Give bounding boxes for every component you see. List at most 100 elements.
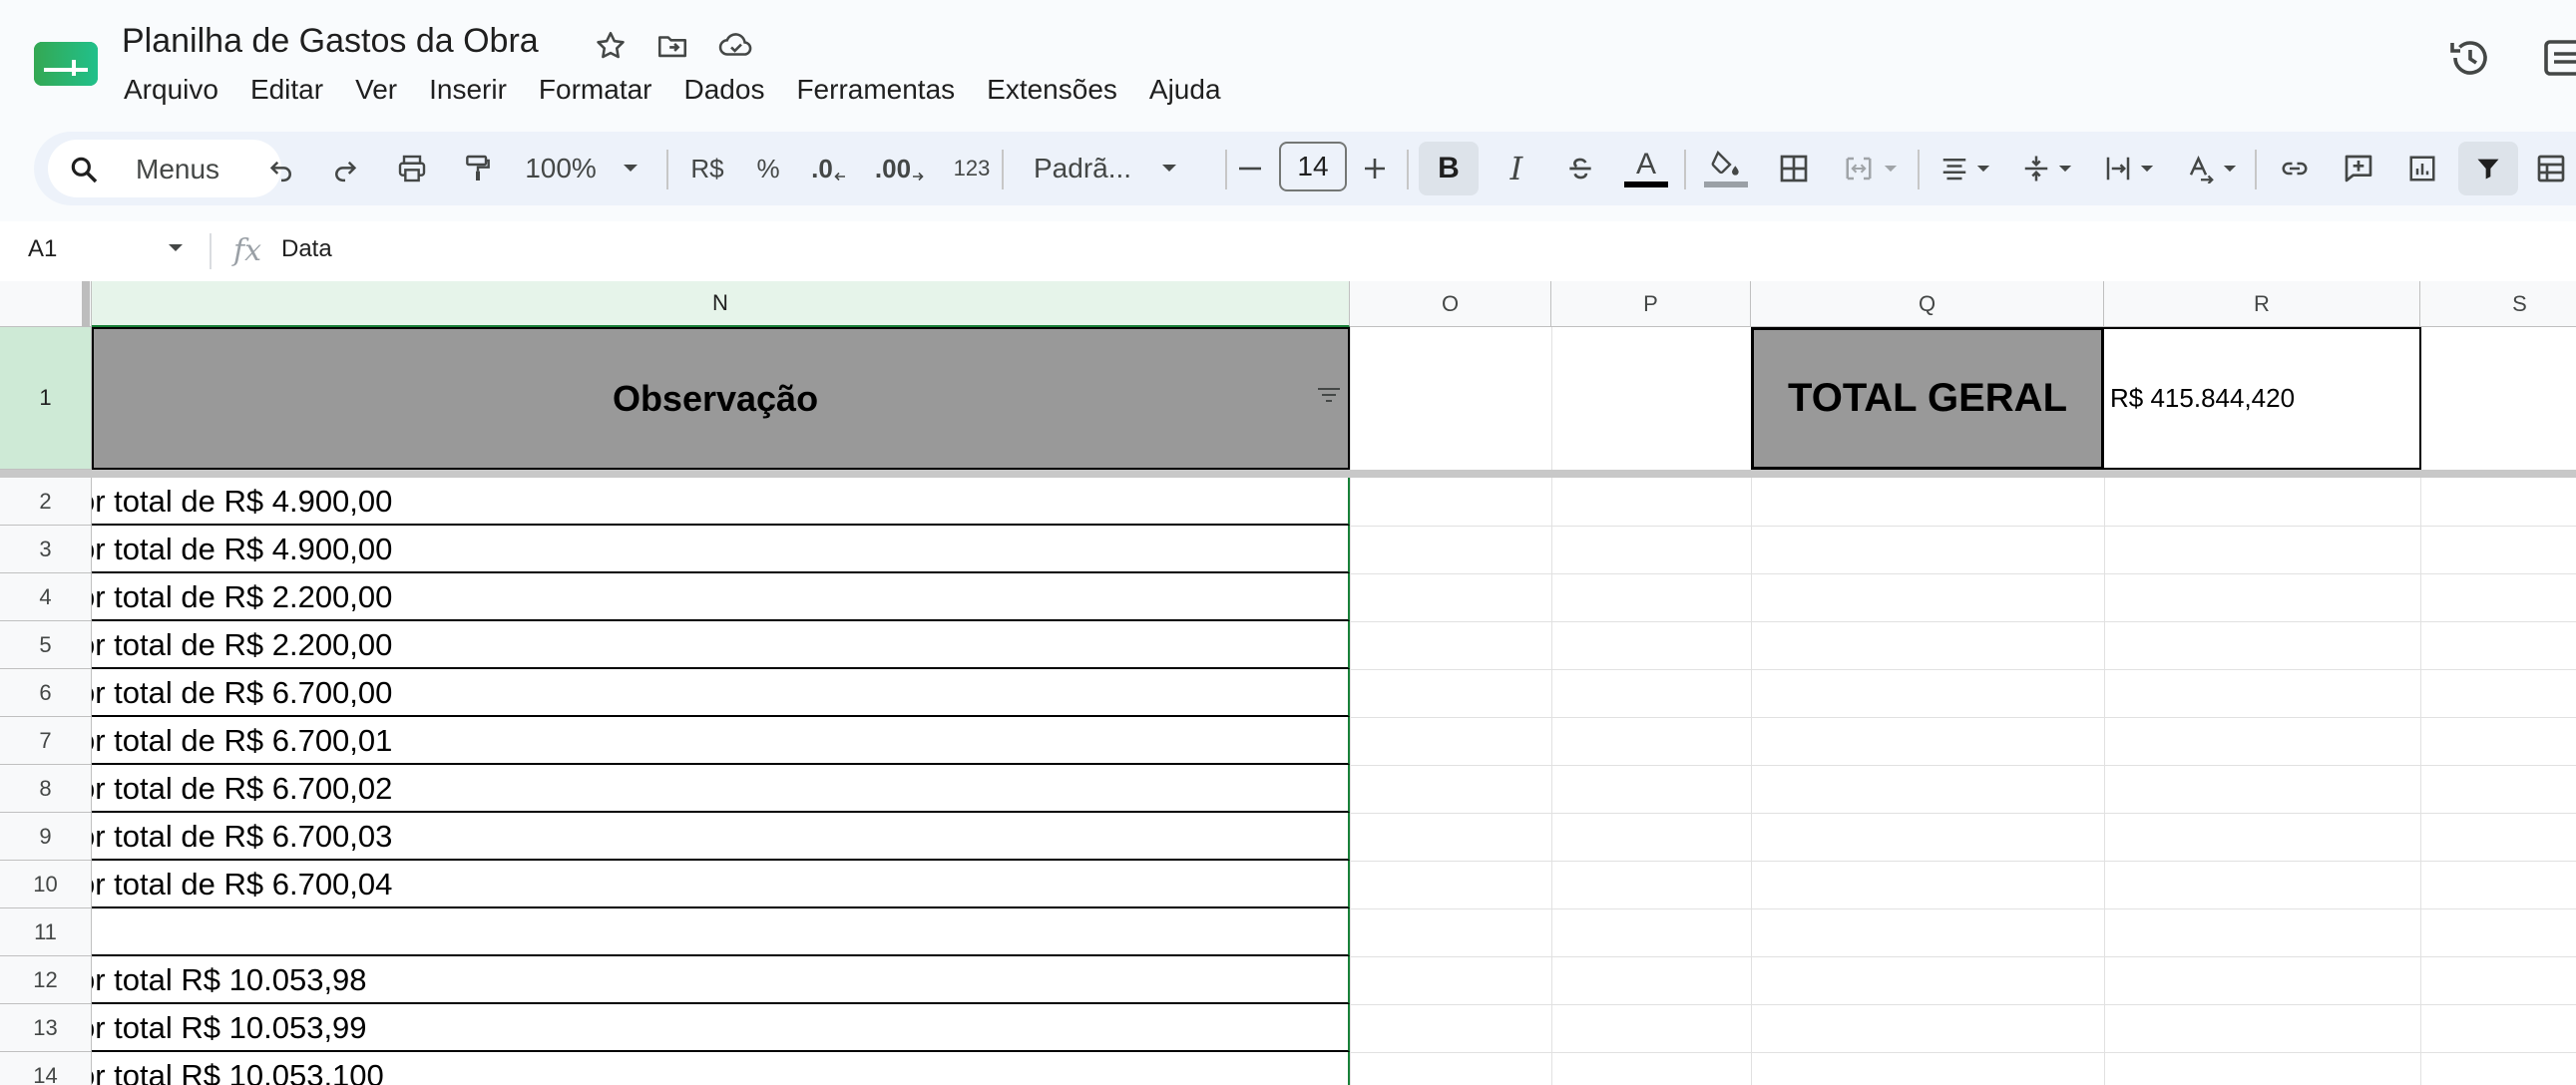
row-header-6[interactable]: 6 xyxy=(0,669,92,717)
menus-search-label: Menus xyxy=(136,154,220,184)
menu-ajuda[interactable]: Ajuda xyxy=(1133,70,1237,110)
row-header-14[interactable]: 14 xyxy=(0,1052,92,1085)
text-rotation-icon[interactable] xyxy=(2175,142,2247,195)
menu-dados[interactable]: Dados xyxy=(668,70,781,110)
menu-inserir[interactable]: Inserir xyxy=(413,70,523,110)
italic-button[interactable]: I xyxy=(1487,142,1546,195)
increase-font-size-button[interactable] xyxy=(1355,142,1395,195)
font-size-input[interactable]: 14 xyxy=(1279,142,1347,191)
insert-comment-icon[interactable] xyxy=(2331,142,2386,195)
filter-icon[interactable] xyxy=(2458,142,2518,195)
fill-color-button[interactable] xyxy=(1696,142,1756,195)
filter-column-icon[interactable] xyxy=(1317,387,1341,405)
font-family-select[interactable]: Padrã... xyxy=(1022,142,1221,195)
gridline xyxy=(1350,327,1351,1085)
text-color-button[interactable]: A xyxy=(1616,142,1676,195)
version-history-icon[interactable] xyxy=(2446,34,2494,82)
redo-icon[interactable] xyxy=(323,142,367,195)
vertical-align-icon[interactable] xyxy=(2011,142,2081,195)
increase-decimals-button[interactable]: .00 xyxy=(870,142,930,195)
cell-n1-observacao[interactable]: Observação xyxy=(92,327,1350,470)
frozen-rows-divider[interactable] xyxy=(0,470,2576,478)
decrease-font-size-button[interactable] xyxy=(1231,142,1271,195)
menu-arquivo[interactable]: Arquivo xyxy=(108,70,234,110)
cell-n9[interactable]: or total de R$ 6.700,03 xyxy=(92,813,1350,861)
paint-format-icon[interactable] xyxy=(453,142,503,195)
cell-text: or total de R$ 2.200,00 xyxy=(92,627,393,662)
row-header-13[interactable]: 13 xyxy=(0,1004,92,1052)
select-all-corner[interactable] xyxy=(0,281,92,327)
chevron-down-icon xyxy=(1976,165,1990,172)
cloud-status-icon[interactable] xyxy=(716,26,756,66)
chevron-down-icon[interactable] xyxy=(168,243,184,253)
cell-n12[interactable]: or total R$ 10.053,98 xyxy=(92,956,1350,1004)
star-icon[interactable] xyxy=(591,26,631,66)
cell-text: or total R$ 10.053,100 xyxy=(92,1058,384,1085)
cell-n5[interactable]: or total de R$ 2.200,00 xyxy=(92,621,1350,669)
comments-icon[interactable] xyxy=(2542,34,2576,82)
document-title[interactable]: Planilha de Gastos da Obra xyxy=(122,22,539,61)
menu-extensoes[interactable]: Extensões xyxy=(971,70,1133,110)
currency-format-button[interactable]: R$ xyxy=(682,142,732,195)
row-header-11[interactable]: 11 xyxy=(0,908,92,956)
print-icon[interactable] xyxy=(387,142,437,195)
more-formats-button[interactable]: 123 xyxy=(942,142,1002,195)
column-header-q[interactable]: Q xyxy=(1751,281,2104,327)
chevron-down-icon xyxy=(2140,165,2154,172)
cell-n10[interactable]: or total de R$ 6.700,04 xyxy=(92,861,1350,908)
column-header-p[interactable]: P xyxy=(1551,281,1751,327)
cell-n11[interactable] xyxy=(92,908,1350,956)
zoom-select[interactable]: 100% xyxy=(517,142,646,195)
bold-label: B xyxy=(1438,152,1460,184)
toolbar-divider xyxy=(1002,150,1004,189)
row-header-5[interactable]: 5 xyxy=(0,621,92,669)
text-wrapping-icon[interactable] xyxy=(2093,142,2163,195)
cell-n8[interactable]: or total de R$ 6.700,02 xyxy=(92,765,1350,813)
menu-editar[interactable]: Editar xyxy=(234,70,339,110)
insert-chart-icon[interactable] xyxy=(2394,142,2450,195)
menus-search-box[interactable]: Menus xyxy=(48,140,281,197)
bold-button[interactable]: B xyxy=(1419,142,1479,195)
cell-n4[interactable]: or total de R$ 2.200,00 xyxy=(92,573,1350,621)
row-header-2[interactable]: 2 xyxy=(0,478,92,526)
row-header-3[interactable]: 3 xyxy=(0,526,92,573)
name-box[interactable]: A1 xyxy=(28,235,57,263)
merge-cells-icon[interactable] xyxy=(1830,142,1910,195)
borders-icon[interactable] xyxy=(1766,142,1822,195)
row-header-7[interactable]: 7 xyxy=(0,717,92,765)
undo-icon[interactable] xyxy=(259,142,303,195)
row-header-12[interactable]: 12 xyxy=(0,956,92,1004)
column-header-o[interactable]: O xyxy=(1350,281,1551,327)
row-header-4[interactable]: 4 xyxy=(0,573,92,621)
toolbar-divider xyxy=(1918,150,1920,189)
cell-q1-total-geral[interactable]: TOTAL GERAL xyxy=(1751,327,2104,470)
menu-ver[interactable]: Ver xyxy=(339,70,413,110)
sheets-logo-icon[interactable] xyxy=(32,38,100,88)
strikethrough-icon[interactable] xyxy=(1552,142,1608,195)
frozen-column-handle[interactable] xyxy=(82,281,90,327)
percent-format-button[interactable]: % xyxy=(748,142,788,195)
cell-n3[interactable]: or total de R$ 4.900,00 xyxy=(92,526,1350,573)
cell-n13[interactable]: or total R$ 10.053,99 xyxy=(92,1004,1350,1052)
cell-n14[interactable]: or total R$ 10.053,100 xyxy=(92,1052,1350,1085)
column-header-s[interactable]: S xyxy=(2420,281,2576,327)
move-folder-icon[interactable] xyxy=(652,26,692,66)
column-header-r[interactable]: R xyxy=(2104,281,2420,327)
row-header-9[interactable]: 9 xyxy=(0,813,92,861)
row-header-10[interactable]: 10 xyxy=(0,861,92,908)
horizontal-align-icon[interactable] xyxy=(1930,142,1999,195)
table-view-icon[interactable] xyxy=(2526,142,2576,195)
row-header-8[interactable]: 8 xyxy=(0,765,92,813)
cell-r1-total-value[interactable]: R$ 415.844,420 xyxy=(2104,327,2421,470)
cell-n6[interactable]: or total de R$ 6.700,00 xyxy=(92,669,1350,717)
row-header-1[interactable]: 1 xyxy=(0,327,92,470)
menu-ferramentas[interactable]: Ferramentas xyxy=(780,70,971,110)
cell-n2[interactable]: or total de R$ 4.900,00 xyxy=(92,478,1350,526)
column-header-n[interactable]: N xyxy=(92,281,1350,327)
cell-n7[interactable]: or total de R$ 6.700,01 xyxy=(92,717,1350,765)
insert-link-icon[interactable] xyxy=(2267,142,2323,195)
decrease-decimals-button[interactable]: .0 xyxy=(804,142,854,195)
menu-formatar[interactable]: Formatar xyxy=(523,70,668,110)
italic-label: I xyxy=(1509,150,1523,187)
formula-input[interactable]: Data xyxy=(281,235,332,263)
